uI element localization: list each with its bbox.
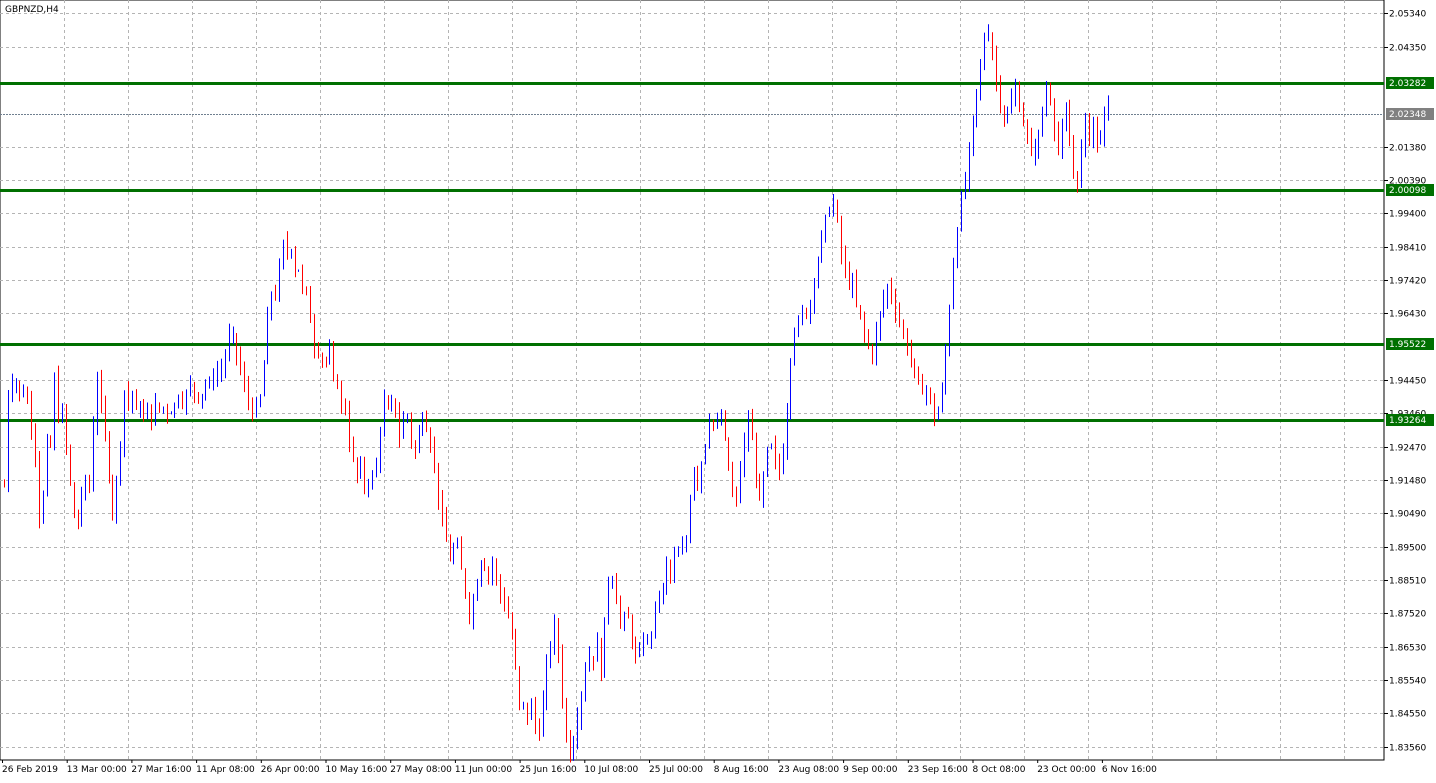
x-tick-label: 11 Jun 00:00 — [455, 765, 512, 775]
y-tick-label: 1.88510 — [1389, 577, 1426, 587]
symbol-label: GBPNZD,H4 — [5, 5, 59, 15]
y-tick-label: 1.90490 — [1389, 510, 1426, 520]
y-tick-label: 1.92470 — [1389, 444, 1426, 454]
y-tick-label: 1.96430 — [1389, 310, 1426, 320]
x-tick-label: 8 Oct 08:00 — [973, 765, 1026, 775]
x-tick-label: 27 Mar 16:00 — [131, 765, 191, 775]
y-tick-label: 1.99400 — [1389, 210, 1426, 220]
level-price-label: 2.03282 — [1389, 79, 1426, 89]
x-tick-label: 9 Sep 00:00 — [843, 765, 898, 775]
chart-svg[interactable]: 2.053402.043502.013802.003901.994001.984… — [0, 0, 1436, 779]
y-tick-label: 1.98410 — [1389, 244, 1426, 254]
x-tick-label: 8 Aug 16:00 — [714, 765, 769, 775]
y-tick-label: 1.91480 — [1389, 477, 1426, 487]
y-tick-label: 1.89500 — [1389, 544, 1426, 554]
y-tick-label: 1.85540 — [1389, 677, 1426, 687]
x-tick-label: 6 Nov 16:00 — [1102, 765, 1157, 775]
y-tick-label: 1.86530 — [1389, 644, 1426, 654]
x-axis: 26 Feb 2019 13 Mar 00:00 27 Mar 16:00 11 Ap… — [2, 760, 1157, 775]
y-tick-label: 2.05340 — [1389, 10, 1426, 20]
x-tick-label: 10 May 16:00 — [326, 765, 388, 775]
x-tick-label: 11 Apr 08:00 — [196, 765, 255, 775]
x-tick-label: 13 Mar 00:00 — [67, 765, 127, 775]
y-tick-label: 1.87520 — [1389, 610, 1426, 620]
y-tick-label: 1.97420 — [1389, 277, 1426, 287]
y-tick-label: 2.01380 — [1389, 144, 1426, 154]
y-tick-label: 1.83560 — [1389, 744, 1426, 754]
x-tick-label: 26 Feb 2019 — [2, 765, 58, 775]
x-tick-label: 23 Oct 00:00 — [1037, 765, 1096, 775]
x-tick-label: 23 Aug 08:00 — [778, 765, 839, 775]
y-tick-label: 1.84550 — [1389, 710, 1426, 720]
x-tick-label: 25 Jul 00:00 — [649, 765, 703, 775]
current-price-label: 2.02348 — [1389, 110, 1426, 120]
y-axis: 2.053402.043502.013802.003901.994001.984… — [1384, 10, 1426, 754]
level-price-label: 1.95522 — [1389, 340, 1426, 350]
x-tick-label: 25 Jun 16:00 — [520, 765, 577, 775]
y-tick-label: 2.04350 — [1389, 44, 1426, 54]
y-tick-label: 1.94450 — [1389, 377, 1426, 387]
x-tick-label: 27 May 08:00 — [390, 765, 452, 775]
price-chart[interactable]: 2.05340 2.04350 2.01380 2.00390 1.99400 1.984… — [0, 0, 1436, 779]
x-tick-label: 23 Sep 16:00 — [908, 765, 968, 775]
level-price-label: 1.93264 — [1389, 416, 1426, 426]
x-tick-label: 26 Apr 00:00 — [261, 765, 320, 775]
x-tick-label: 10 Jul 08:00 — [584, 765, 638, 775]
level-price-label: 2.00098 — [1389, 186, 1426, 196]
